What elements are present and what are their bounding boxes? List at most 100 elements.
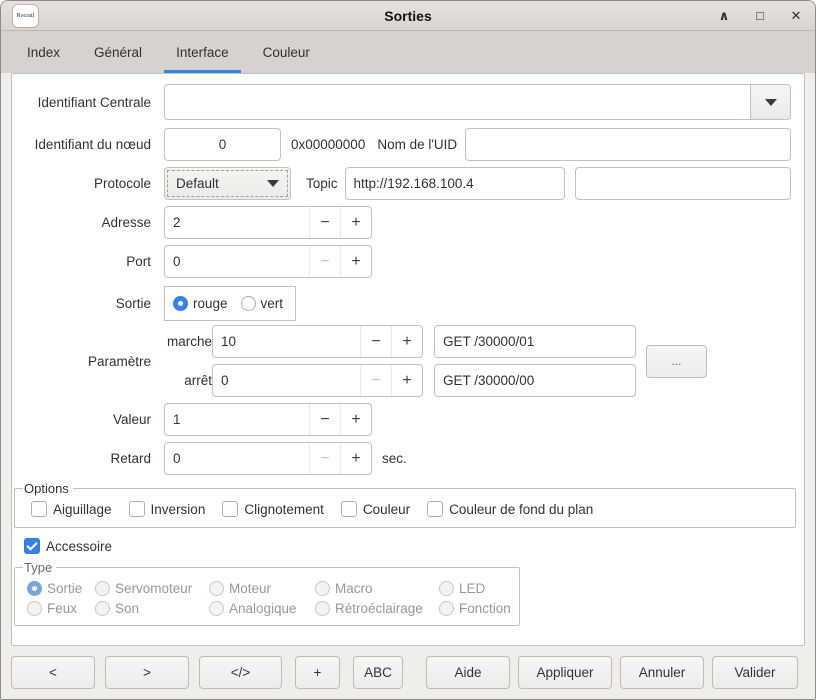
type-radio-moteur-label: Moteur bbox=[229, 581, 271, 596]
type-radio-feux-label: Feux bbox=[47, 601, 77, 616]
delay-input[interactable] bbox=[165, 443, 309, 474]
validate-button[interactable]: Valider bbox=[712, 656, 798, 689]
parameter-more-button[interactable]: ... bbox=[646, 345, 707, 378]
type-radio-servomoteur-label: Servomoteur bbox=[115, 581, 192, 596]
central-dropdown-button[interactable] bbox=[750, 85, 790, 119]
delay-unit-label: sec. bbox=[382, 451, 407, 466]
parameter-block: Paramètre marche − + arrêt − bbox=[12, 325, 791, 397]
chevron-down-icon bbox=[765, 99, 777, 106]
address-increment-button[interactable]: + bbox=[340, 207, 371, 238]
checkbox-couleur[interactable]: Couleur bbox=[341, 501, 410, 517]
marche-spinbox: − + bbox=[212, 325, 423, 358]
next-button[interactable]: > bbox=[105, 656, 189, 689]
radio-rouge-label: rouge bbox=[193, 296, 228, 311]
checkbox-clignotement-label: Clignotement bbox=[244, 502, 324, 517]
tab-general[interactable]: Général bbox=[80, 31, 156, 73]
arret-increment-button[interactable]: + bbox=[391, 365, 422, 396]
marche-increment-button[interactable]: + bbox=[391, 326, 422, 357]
type-radio-macro-icon bbox=[315, 581, 330, 596]
central-label: Identifiant Centrale bbox=[12, 95, 164, 110]
checkbox-inversion-label: Inversion bbox=[151, 502, 206, 517]
marche-command-input[interactable] bbox=[434, 325, 636, 358]
type-radio-moteur: Moteur bbox=[209, 581, 315, 596]
tab-couleur[interactable]: Couleur bbox=[249, 31, 324, 73]
type-radio-son-icon bbox=[95, 601, 110, 616]
delay-increment-button[interactable]: + bbox=[340, 443, 371, 474]
radio-rouge[interactable]: rouge bbox=[173, 296, 228, 311]
type-radio-son: Son bbox=[95, 601, 209, 616]
type-radio-sortie-label: Sortie bbox=[47, 581, 82, 596]
delay-label: Retard bbox=[12, 451, 164, 466]
output-radio-group: rouge vert bbox=[164, 286, 296, 321]
arret-label: arrêt bbox=[164, 373, 212, 388]
protocol-label: Protocole bbox=[12, 176, 164, 191]
arret-spinbox: − + bbox=[212, 364, 423, 397]
checkbox-accessoire[interactable]: Accessoire bbox=[24, 538, 791, 554]
address-input[interactable] bbox=[165, 207, 309, 238]
close-icon[interactable]: ✕ bbox=[789, 8, 803, 24]
type-radio-sortie: Sortie bbox=[27, 581, 95, 596]
arret-command-input[interactable] bbox=[434, 364, 636, 397]
type-radio-feux: Feux bbox=[27, 601, 95, 616]
type-radio-servomoteur: Servomoteur bbox=[95, 581, 209, 596]
value-increment-button[interactable]: + bbox=[340, 404, 371, 435]
address-label: Adresse bbox=[12, 215, 164, 230]
type-radio-led-label: LED bbox=[459, 581, 485, 596]
add-button[interactable]: + bbox=[295, 656, 340, 689]
xml-button[interactable]: </> bbox=[199, 656, 282, 689]
node-id-input[interactable] bbox=[164, 128, 281, 161]
help-button[interactable]: Aide bbox=[426, 656, 510, 689]
port-decrement-button[interactable]: − bbox=[309, 246, 340, 277]
arret-decrement-button[interactable]: − bbox=[360, 365, 391, 396]
value-label: Valeur bbox=[12, 412, 164, 427]
checkbox-couleur-fond-label: Couleur de fond du plan bbox=[449, 502, 593, 517]
checkbox-inversion[interactable]: Inversion bbox=[129, 501, 206, 517]
previous-button[interactable]: < bbox=[11, 656, 95, 689]
protocol-extra-input[interactable] bbox=[575, 167, 791, 200]
tab-bar: Index Général Interface Couleur bbox=[1, 31, 815, 73]
marche-label: marche bbox=[164, 334, 212, 349]
radio-vert-label: vert bbox=[261, 296, 284, 311]
checkbox-aiguillage[interactable]: Aiguillage bbox=[31, 501, 112, 517]
radio-vert[interactable]: vert bbox=[241, 296, 284, 311]
checkbox-clignotement[interactable]: Clignotement bbox=[222, 501, 324, 517]
tab-index[interactable]: Index bbox=[13, 31, 74, 73]
cancel-button[interactable]: Annuler bbox=[620, 656, 704, 689]
value-decrement-button[interactable]: − bbox=[309, 404, 340, 435]
abc-button[interactable]: ABC bbox=[353, 656, 403, 689]
type-radio-fonction-icon bbox=[439, 601, 454, 616]
uid-input[interactable] bbox=[465, 128, 791, 161]
tab-interface[interactable]: Interface bbox=[162, 31, 243, 73]
options-legend: Options bbox=[23, 481, 73, 496]
protocol-dropdown-value: Default bbox=[176, 176, 219, 191]
delay-row: Retard − + sec. bbox=[12, 442, 791, 475]
value-spinbox: − + bbox=[164, 403, 372, 436]
value-input[interactable] bbox=[165, 404, 309, 435]
topic-label: Topic bbox=[306, 176, 338, 191]
type-radio-servomoteur-icon bbox=[95, 581, 110, 596]
arret-input[interactable] bbox=[213, 365, 360, 396]
topic-input[interactable] bbox=[345, 167, 565, 200]
address-decrement-button[interactable]: − bbox=[309, 207, 340, 238]
delay-decrement-button[interactable]: − bbox=[309, 443, 340, 474]
checkbox-aiguillage-label: Aiguillage bbox=[53, 502, 112, 517]
minimize-icon[interactable]: ∧ bbox=[717, 8, 731, 24]
uid-label: Nom de l'UID bbox=[377, 137, 457, 152]
marche-input[interactable] bbox=[213, 326, 360, 357]
marche-decrement-button[interactable]: − bbox=[360, 326, 391, 357]
type-radio-macro-label: Macro bbox=[335, 581, 373, 596]
checkbox-inversion-icon bbox=[129, 501, 145, 517]
checkbox-couleur-label: Couleur bbox=[363, 502, 410, 517]
maximize-icon[interactable]: □ bbox=[753, 8, 767, 24]
node-row: Identifiant du nœud 0x00000000 Nom de l'… bbox=[12, 128, 791, 161]
apply-button[interactable]: Appliquer bbox=[518, 656, 612, 689]
radio-rouge-icon bbox=[173, 296, 188, 311]
central-combobox[interactable] bbox=[164, 84, 791, 120]
checkbox-aiguillage-icon bbox=[31, 501, 47, 517]
protocol-dropdown[interactable]: Default bbox=[164, 167, 291, 200]
checkbox-couleur-fond[interactable]: Couleur de fond du plan bbox=[427, 501, 593, 517]
port-input[interactable] bbox=[165, 246, 309, 277]
value-row: Valeur − + bbox=[12, 403, 791, 436]
port-increment-button[interactable]: + bbox=[340, 246, 371, 277]
parameter-label: Paramètre bbox=[12, 354, 164, 369]
